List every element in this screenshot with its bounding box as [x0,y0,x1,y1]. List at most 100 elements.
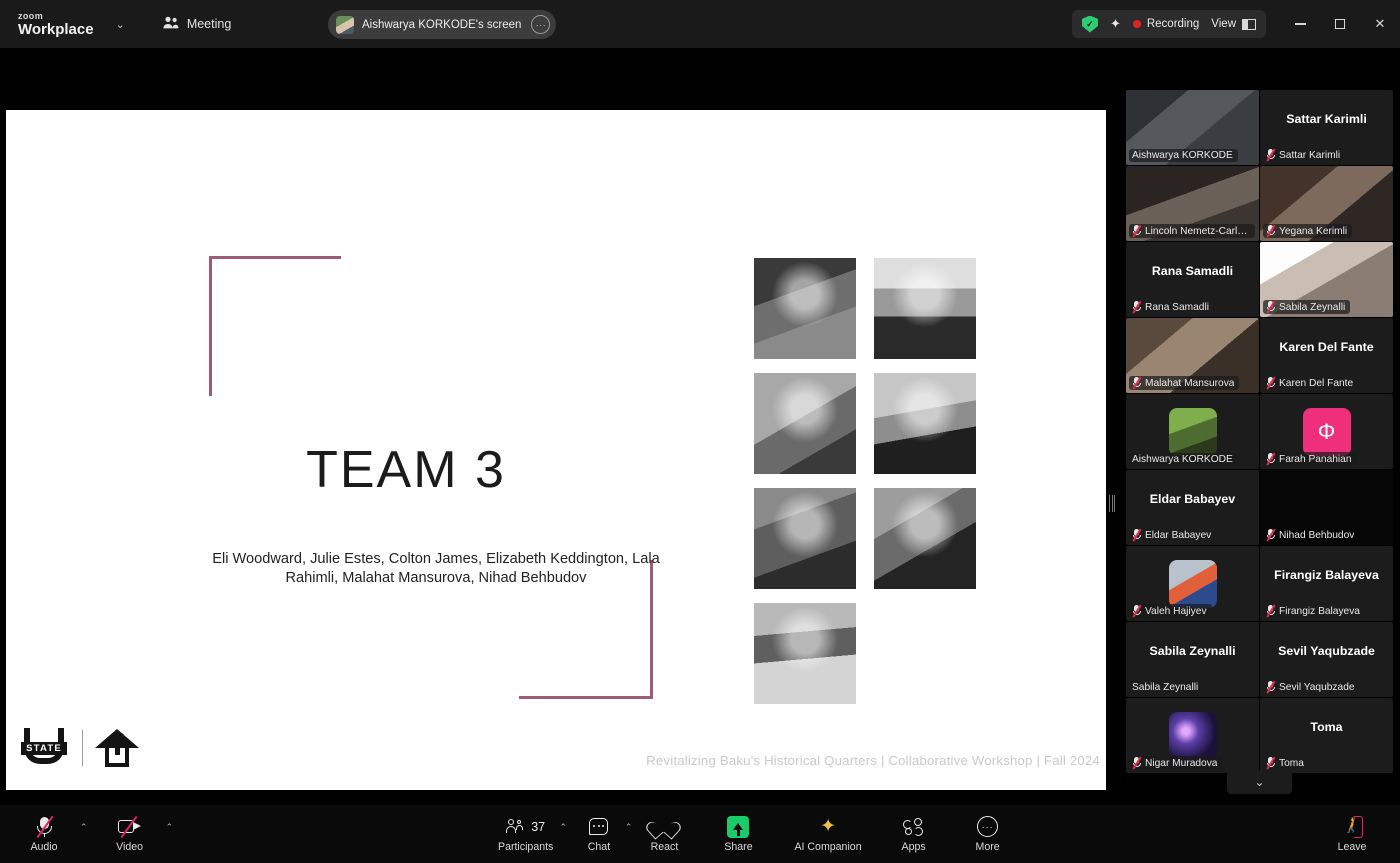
audio-options-chevron-icon[interactable]: ⌃ [80,822,94,847]
video-options-chevron-icon[interactable]: ⌃ [166,822,180,847]
participant-name-label: Malahat Mansurova [1145,377,1235,389]
meeting-tab[interactable]: Meeting [155,11,239,37]
leave-button[interactable]: 🚶 Leave [1326,815,1378,853]
ai-sparkle-icon: ✦ [820,816,836,837]
microphone-muted-icon [1132,604,1142,618]
participant-nameplate: Sattar Karimli [1263,148,1345,162]
title-bar-right-controls: ✓ ✦ Recording View ✕ [1071,0,1400,48]
ai-companion-button[interactable]: ✦ AI Companion [788,816,867,853]
chevron-down-icon[interactable]: ⌄ [116,18,125,31]
participant-name-label: Valeh Hajiyev [1145,605,1207,617]
participant-display-name: Eldar Babayev [1149,492,1236,506]
chat-button[interactable]: Chat [573,816,625,853]
share-screen-icon [727,815,750,838]
participant-nameplate: Firangiz Balayeva [1263,604,1365,618]
participant-nameplate: Aishwarya KORKODE [1129,149,1238,162]
maximize-button[interactable] [1320,0,1360,48]
video-button[interactable]: Video [104,815,156,853]
participant-tile[interactable]: Yegana Kerimli [1260,166,1393,241]
microphone-muted-icon [35,815,54,838]
chat-label: Chat [587,840,611,853]
participant-display-name: Sabila Zeynalli [1149,644,1236,658]
view-label: View [1211,18,1236,30]
heart-icon [654,816,674,838]
microphone-muted-icon [1132,528,1142,542]
share-label: Share [724,840,753,853]
microphone-muted-icon [1132,224,1142,238]
toolbar-right-group: 🚶 Leave [1326,805,1378,863]
shared-screen-pill[interactable]: Aishwarya KORKODE's screen ··· [328,10,557,39]
shared-slide[interactable]: TEAM 3 Eli Woodward, Julie Estes, Colton… [6,110,1106,790]
microphone-muted-icon [1132,756,1142,770]
panel-scroll-down-button[interactable]: ⌄ [1227,770,1292,794]
recording-label: Recording [1146,18,1200,30]
more-options-icon[interactable]: ··· [531,15,551,34]
shared-screen-label: Aishwarya KORKODE's screen [362,18,522,31]
participant-tile[interactable]: Rana Samadli Rana Samadli [1126,242,1259,317]
meeting-label: Meeting [186,17,232,31]
photo-row [754,258,986,359]
ai-sparkle-icon[interactable]: ✦ [1110,16,1121,32]
participant-tile[interactable]: Φ Farah Panahian [1260,394,1393,469]
participant-name-label: Firangiz Balayeva [1279,605,1360,617]
usu-logo-text: STATE [21,742,67,755]
participant-tile[interactable]: Toma Toma [1260,698,1393,773]
apps-button[interactable]: Apps [888,816,940,853]
participant-tile[interactable]: Sabila Zeynalli [1260,242,1393,317]
zoom-meeting-window: zoom Workplace ⌄ Meeting Aishwarya KORKO… [0,0,1400,863]
home-logo-icon [95,728,139,768]
close-button[interactable]: ✕ [1360,0,1400,48]
participant-tile[interactable]: Firangiz Balayeva Firangiz Balayeva [1260,546,1393,621]
share-button[interactable]: Share [712,815,764,853]
participant-tile[interactable]: Malahat Mansurova [1126,318,1259,393]
chat-options-chevron-icon[interactable]: ⌃ [625,822,639,847]
participant-tile[interactable]: Sattar Karimli Sattar Karimli [1260,90,1393,165]
participant-tile[interactable]: Karen Del Fante Karen Del Fante [1260,318,1393,393]
audio-button[interactable]: Audio [18,815,70,853]
participant-nameplate: Valeh Hajiyev [1129,604,1212,618]
participant-tile[interactable]: Aishwarya KORKODE [1126,394,1259,469]
participant-tile[interactable]: Sevil Yaqubzade Sevil Yaqubzade [1260,622,1393,697]
view-button[interactable]: View [1211,18,1256,30]
participant-display-name: Rana Samadli [1151,264,1234,278]
participant-tile[interactable]: Aishwarya KORKODE [1126,90,1259,165]
participants-options-chevron-icon[interactable]: ⌃ [559,822,573,847]
participant-tile[interactable]: Sabila Zeynalli Sabila Zeynalli [1126,622,1259,697]
recording-dot-icon [1132,20,1141,28]
participant-tile[interactable]: Eldar Babayev Eldar Babayev [1126,470,1259,545]
participant-avatar [1168,407,1217,456]
toolbar-left-group: Audio ⌃ Video ⌃ [18,805,179,863]
microphone-muted-icon [1266,148,1276,162]
shield-check-icon[interactable]: ✓ [1081,15,1098,33]
participant-nameplate: Nigar Muradova [1129,756,1223,770]
minimize-button[interactable] [1280,0,1320,48]
participant-name-label: Karen Del Fante [1279,377,1354,389]
participant-display-name: Sattar Karimli [1286,112,1367,126]
react-button[interactable]: React [638,816,690,853]
participant-nameplate: Yegana Kerimli [1263,224,1353,238]
more-button[interactable]: ··· More [962,816,1014,853]
team-photo-grid [754,258,986,718]
camera-muted-icon [117,815,142,839]
leave-door-icon: 🚶 [1341,815,1363,838]
participant-tile[interactable]: Valeh Hajiyev [1126,546,1259,621]
participants-button[interactable]: 37 Participants [492,816,559,853]
participant-name-label: Sabila Zeynalli [1132,682,1199,693]
team-photo [874,488,976,589]
apps-label: Apps [901,840,926,853]
participant-name-label: Sabila Zeynalli [1279,301,1346,313]
microphone-muted-icon [1266,376,1276,390]
participant-tile[interactable]: Lincoln Nemetz-Carls... [1126,166,1259,241]
participant-nameplate: Farah Panahian [1263,452,1357,466]
panel-resize-handle[interactable] [1109,493,1115,513]
microphone-muted-icon [1266,756,1276,770]
usu-logo-icon: STATE [18,728,70,768]
leave-label: Leave [1337,840,1367,853]
participant-avatar [1168,559,1217,608]
brand-line-1: zoom [18,10,44,21]
participant-tile[interactable]: Nihad Behbudov [1260,470,1393,545]
title-bar: zoom Workplace ⌄ Meeting Aishwarya KORKO… [0,0,1400,48]
recording-indicator[interactable]: Recording [1132,18,1200,30]
participant-tile[interactable]: Nigar Muradova [1126,698,1259,773]
stage-area: TEAM 3 Eli Woodward, Julie Estes, Colton… [0,48,1115,808]
